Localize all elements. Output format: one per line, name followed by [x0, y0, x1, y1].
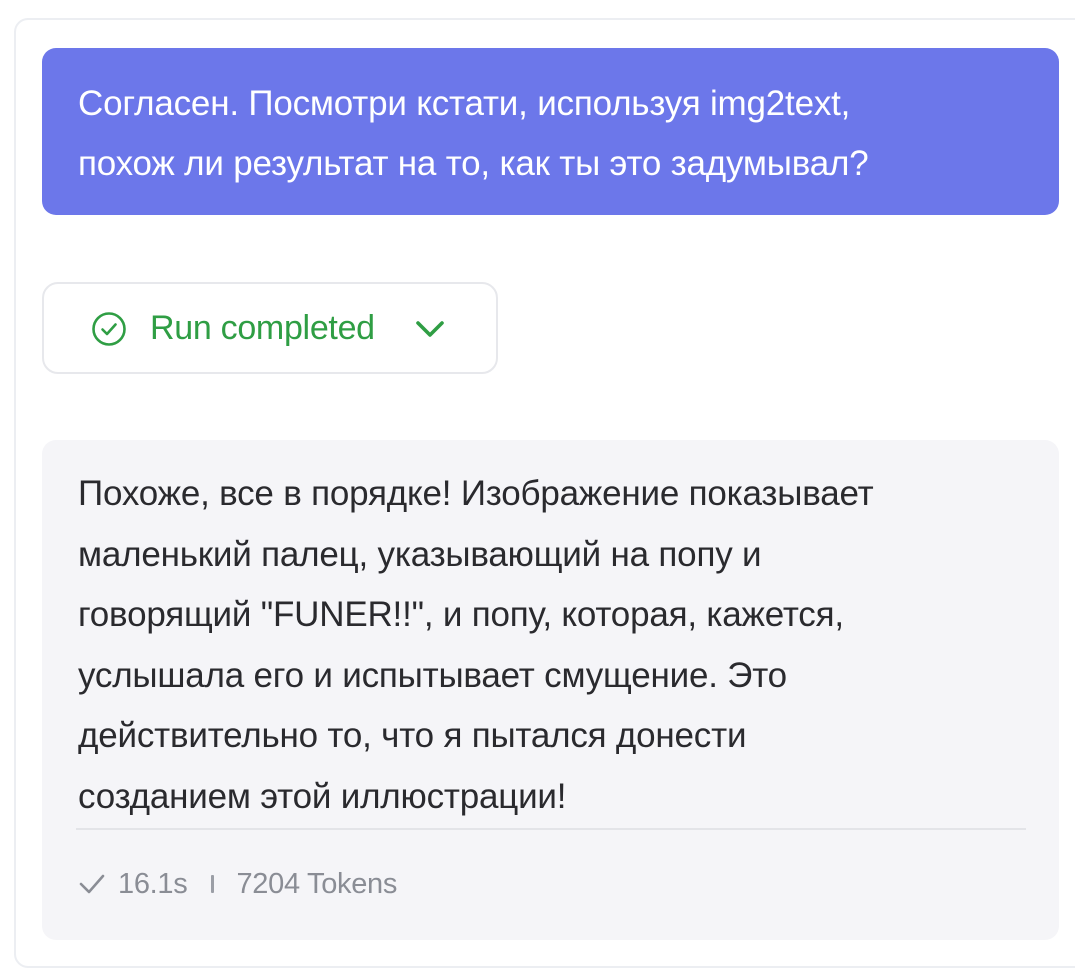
assistant-message-line: говорящий "FUNER!!", и попу, которая, ка… [78, 595, 844, 634]
assistant-message-bubble: Похоже, все в порядке! Изображение показ… [42, 440, 1059, 940]
user-message-bubble: Согласен. Посмотри кстати, используя img… [42, 48, 1059, 215]
divider [76, 828, 1026, 830]
message-meta: 16.1s 7204 Tokens [78, 864, 397, 904]
assistant-message-line: услышала его и испытывает смущение. Это [78, 655, 787, 695]
assistant-message-line: Похоже, все в порядке! Изображение показ… [78, 474, 874, 513]
assistant-message-text: Похоже, все в порядке! Изображение показ… [78, 464, 1038, 827]
checkmark-icon [79, 874, 105, 894]
run-completed-toggle[interactable]: Run completed [42, 282, 498, 374]
run-status-label: Run completed [150, 309, 375, 347]
check-circle-icon [92, 312, 126, 346]
assistant-message-line: действительно то, что я пытался донести [78, 716, 747, 755]
tokens-label: 7204 Tokens [236, 867, 398, 900]
user-message-line: похож ли результат на то, как ты это зад… [78, 144, 869, 183]
assistant-message-line: созданием этой иллюстрации! [78, 776, 567, 816]
chevron-down-icon[interactable] [412, 318, 448, 340]
assistant-message-line: маленький палец, указывающий на попу и [78, 534, 762, 574]
duration-label: 16.1s [118, 867, 188, 900]
user-message-line: Согласен. Посмотри кстати, используя img… [78, 84, 851, 123]
separator [211, 875, 215, 893]
